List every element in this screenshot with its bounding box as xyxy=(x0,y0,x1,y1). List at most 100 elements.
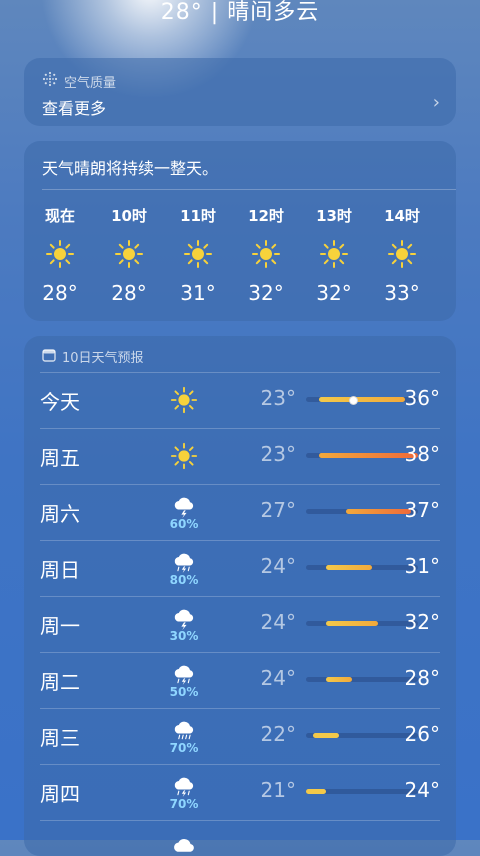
weather-summary: 天气晴朗将持续一整天。 xyxy=(42,159,219,178)
thunder-rain-icon: 50% xyxy=(158,658,210,702)
precipitation-chance: 70% xyxy=(169,741,199,755)
sun-icon xyxy=(30,229,90,279)
hour-column: 14时 33° xyxy=(372,205,432,305)
sun-icon xyxy=(304,229,364,279)
day-label: 周三 xyxy=(40,726,80,750)
ten-day-forecast-card: 10日天气预报 今天 23° 36° 周五 23° 38° 周六 60% 27° 37° 周日 80… xyxy=(24,336,456,856)
precipitation-chance: 60% xyxy=(169,517,199,531)
low-temperature: 23° xyxy=(260,442,296,466)
current-conditions: 28° | 晴间多云 xyxy=(160,0,320,25)
thunder-icon: 30% xyxy=(158,602,210,646)
hour-column: 1 xyxy=(440,205,456,281)
high-temperature: 32° xyxy=(404,610,440,634)
thunder-icon: 60% xyxy=(158,490,210,534)
divider xyxy=(40,764,440,765)
air-quality-card[interactable]: 空气质量 查看更多 › xyxy=(24,58,456,126)
forecast-day-row[interactable]: 周四 70% 21° 24° xyxy=(40,764,440,820)
hour-temperature: 33° xyxy=(384,281,420,305)
precipitation-chance: 30% xyxy=(169,629,199,643)
high-temperature: 37° xyxy=(404,498,440,522)
high-temperature: 26° xyxy=(404,722,440,746)
ten-day-title: 10日天气预报 xyxy=(62,351,144,366)
high-temperature: 28° xyxy=(404,666,440,690)
hour-column: 现在 28° xyxy=(30,205,90,305)
high-temperature: 24° xyxy=(404,778,440,802)
hour-temperature: 28° xyxy=(111,281,147,305)
air-quality-more-link[interactable]: 查看更多 xyxy=(42,95,106,119)
divider xyxy=(40,540,440,541)
forecast-day-row[interactable]: 今天 23° 36° xyxy=(40,372,440,428)
divider xyxy=(42,189,456,190)
precipitation-chance: 80% xyxy=(169,573,199,587)
high-temperature: 36° xyxy=(404,386,440,410)
temperature-range-fill xyxy=(325,621,379,626)
sun-icon xyxy=(236,229,296,279)
hour-column: 11时 31° xyxy=(168,205,228,305)
hour-label: 14时 xyxy=(384,207,420,225)
forecast-day-row[interactable]: 周五 23° 38° xyxy=(40,428,440,484)
hour-label: 现在 xyxy=(44,207,75,225)
hour-temperature: 32° xyxy=(248,281,284,305)
divider xyxy=(40,652,440,653)
forecast-day-row[interactable]: 周一 30% 24° 32° xyxy=(40,596,440,652)
hour-label: 13时 xyxy=(316,207,352,225)
forecast-day-row[interactable]: 周六 60% 27° 37° xyxy=(40,484,440,540)
day-label: 周五 xyxy=(40,446,80,470)
day-label: 今天 xyxy=(40,390,80,414)
low-temperature: 24° xyxy=(260,610,296,634)
day-label: 周二 xyxy=(40,670,80,694)
forecast-day-row[interactable] xyxy=(40,820,440,856)
high-temperature: 31° xyxy=(404,554,440,578)
hour-column: 12时 32° xyxy=(236,205,296,305)
divider xyxy=(40,372,440,373)
hour-temperature: 28° xyxy=(42,281,78,305)
rain-icon: 70% xyxy=(158,714,210,758)
low-temperature: 24° xyxy=(260,554,296,578)
dots-icon xyxy=(42,71,58,91)
thunder-rain-icon: 70% xyxy=(158,770,210,814)
hour-label: 1 xyxy=(440,205,456,229)
high-temperature: 38° xyxy=(404,442,440,466)
hour-column: 13时 32° xyxy=(304,205,364,305)
low-temperature: 24° xyxy=(260,666,296,690)
forecast-day-row[interactable]: 周三 70% 22° 26° xyxy=(40,708,440,764)
low-temperature: 21° xyxy=(260,778,296,802)
divider xyxy=(40,596,440,597)
divider xyxy=(40,820,440,821)
divider xyxy=(40,484,440,485)
sun-icon xyxy=(372,229,432,279)
hour-label: 12时 xyxy=(248,207,284,225)
day-label: 周一 xyxy=(40,614,80,638)
air-quality-title: 空气质量 xyxy=(64,75,117,91)
forecast-day-row[interactable]: 周二 50% 24° 28° xyxy=(40,652,440,708)
hour-temperature: 32° xyxy=(316,281,352,305)
precipitation-chance: 50% xyxy=(169,685,199,699)
hour-label: 10时 xyxy=(111,207,147,225)
forecast-day-row[interactable]: 周日 80% 24° 31° xyxy=(40,540,440,596)
low-temperature: 22° xyxy=(260,722,296,746)
divider xyxy=(40,428,440,429)
chevron-right-icon[interactable]: › xyxy=(433,92,440,113)
cloud-icon xyxy=(158,826,210,856)
hour-column: 10时 28° xyxy=(99,205,159,305)
calendar-icon xyxy=(42,348,56,366)
hour-temperature: 31° xyxy=(180,281,216,305)
day-label: 周日 xyxy=(40,558,80,582)
sun-icon xyxy=(99,229,159,279)
temperature-range-fill xyxy=(306,789,326,794)
divider xyxy=(40,708,440,709)
temperature-range-fill xyxy=(325,565,372,570)
temperature-range-fill xyxy=(312,733,339,738)
precipitation-chance: 70% xyxy=(169,797,199,811)
current-temperature-marker xyxy=(349,396,359,405)
sun-icon xyxy=(168,229,228,279)
day-label: 周四 xyxy=(40,782,80,806)
thunder-rain-icon: 80% xyxy=(158,546,210,590)
hour-label: 11时 xyxy=(180,207,216,225)
temperature-range-fill xyxy=(325,677,353,682)
sun-icon xyxy=(158,378,210,422)
hourly-forecast-card: 天气晴朗将持续一整天。 现在 28° 10时 28° 11时 31° 12时 32° 13时 32… xyxy=(24,141,456,321)
day-label: 周六 xyxy=(40,502,80,526)
low-temperature: 27° xyxy=(260,498,296,522)
sun-icon xyxy=(158,434,210,478)
